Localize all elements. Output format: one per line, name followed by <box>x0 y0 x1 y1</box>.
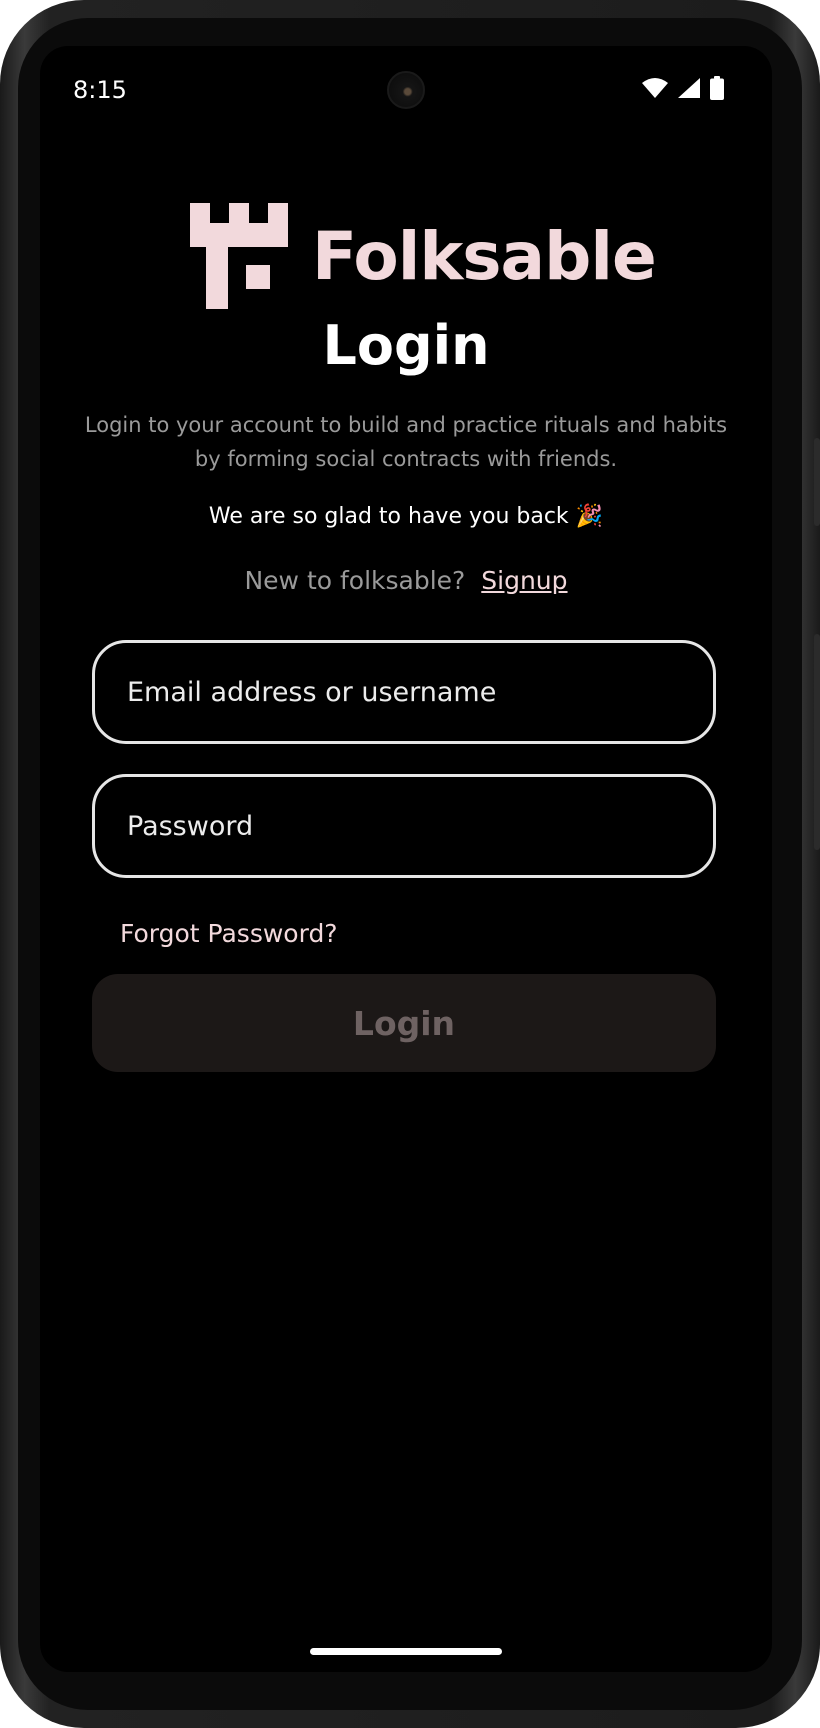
volume-button <box>814 634 820 850</box>
signup-prompt: New to folksable? <box>244 566 466 595</box>
wifi-icon <box>642 78 668 98</box>
home-indicator[interactable] <box>310 1648 502 1655</box>
login-button[interactable]: Login <box>92 974 716 1072</box>
phone-frame: 8:15 Folksable Login Login to your accou… <box>0 0 820 1728</box>
front-camera <box>387 71 425 109</box>
page-title: Login <box>322 314 490 377</box>
screen: 8:15 Folksable Login Login to your accou… <box>40 46 772 1672</box>
welcome-message: We are so glad to have you back 🎉 <box>208 504 604 529</box>
status-time: 8:15 <box>73 76 127 104</box>
folksable-logo-icon <box>190 203 288 309</box>
email-input[interactable] <box>92 640 716 744</box>
password-input[interactable] <box>92 774 716 878</box>
forgot-password-link[interactable]: Forgot Password? <box>120 919 338 948</box>
battery-icon <box>710 76 724 100</box>
signup-link[interactable]: Signup <box>481 566 567 595</box>
signal-icon <box>678 78 700 98</box>
signup-row: New to folksable? Signup <box>40 566 772 595</box>
brand-name: Folksable <box>312 217 657 295</box>
page-description: Login to your account to build and pract… <box>84 413 728 471</box>
brand-logo: Folksable <box>190 203 657 309</box>
power-button <box>814 438 820 526</box>
status-icons <box>642 76 724 100</box>
